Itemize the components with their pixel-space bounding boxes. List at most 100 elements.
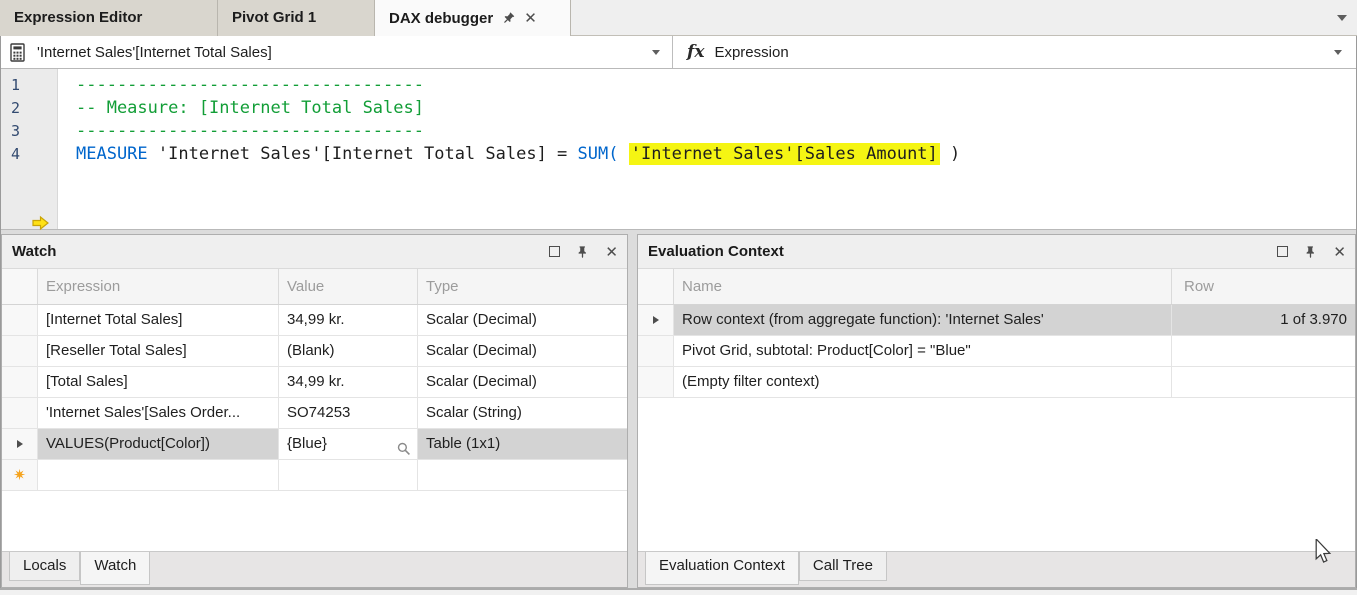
row-header[interactable] <box>2 305 38 335</box>
cell-type[interactable]: Scalar (String) <box>418 398 627 428</box>
document-tab-strip: Expression Editor Pivot Grid 1 DAX debug… <box>0 0 1357 36</box>
cell-type[interactable]: Table (1x1) <box>418 429 627 459</box>
column-header-type[interactable]: Type <box>418 269 627 304</box>
eval-row: Pivot Grid, subtotal: Product[Color] = "… <box>638 336 1355 367</box>
row-header-column <box>2 269 38 304</box>
row-header[interactable] <box>2 398 38 428</box>
eval-panel-tabstrip: Evaluation Context Call Tree <box>638 551 1355 587</box>
cell-type[interactable] <box>418 460 627 490</box>
code-text: 'Internet Sales'[Internet Total Sales] = <box>148 144 578 164</box>
close-icon[interactable]: ✕ <box>1333 243 1346 261</box>
dax-debugger-window: Expression Editor Pivot Grid 1 DAX debug… <box>0 0 1357 595</box>
column-header-name[interactable]: Name <box>674 269 1172 304</box>
eval-row-selected: Row context (from aggregate function): '… <box>638 305 1355 336</box>
cell-name[interactable]: Row context (from aggregate function): '… <box>674 305 1172 335</box>
code-line-1: ---------------------------------- <box>76 74 1356 97</box>
cell-value[interactable]: 34,99 kr. <box>279 305 418 335</box>
watch-row: [Reseller Total Sales] (Blank) Scalar (D… <box>2 336 627 367</box>
column-header-value[interactable]: Value <box>279 269 418 304</box>
watch-row: 'Internet Sales'[Sales Order... SO74253 … <box>2 398 627 429</box>
watch-row: [Internet Total Sales] 34,99 kr. Scalar … <box>2 305 627 336</box>
measure-selector-dropdown[interactable]: 'Internet Sales'[Internet Total Sales] <box>1 36 673 68</box>
row-header[interactable] <box>638 336 674 366</box>
tab-dax-debugger[interactable]: DAX debugger ✕ <box>375 0 571 36</box>
tab-call-tree[interactable]: Call Tree <box>799 552 887 581</box>
pin-icon[interactable] <box>499 9 517 27</box>
measure-selector-value: 'Internet Sales'[Internet Total Sales] <box>37 44 272 61</box>
code-line-3: ---------------------------------- <box>76 120 1356 143</box>
cell-type[interactable]: Scalar (Decimal) <box>418 336 627 366</box>
row-header[interactable] <box>2 429 38 459</box>
watch-panel-titlebar[interactable]: Watch ✕ <box>2 235 627 268</box>
cell-value[interactable] <box>279 460 418 490</box>
row-header[interactable] <box>2 336 38 366</box>
cell-value[interactable]: SO74253 <box>279 398 418 428</box>
cell-name[interactable]: Pivot Grid, subtotal: Product[Color] = "… <box>674 336 1172 366</box>
code-line-2: -- Measure: [Internet Total Sales] <box>76 97 1356 120</box>
column-header-row[interactable]: Row <box>1172 269 1355 304</box>
watch-row-selected: VALUES(Product[Color]) {Blue} Table (1x1… <box>2 429 627 460</box>
expression-selector-dropdown[interactable]: fx Expression <box>673 36 1356 68</box>
highlighted-expression: 'Internet Sales'[Sales Amount] <box>629 143 940 165</box>
tab-expression-editor[interactable]: Expression Editor <box>0 0 218 36</box>
row-header[interactable] <box>2 367 38 397</box>
panel-title: Evaluation Context <box>648 243 784 260</box>
maximize-icon[interactable] <box>549 246 560 257</box>
row-header[interactable] <box>638 367 674 397</box>
tab-evaluation-context[interactable]: Evaluation Context <box>645 552 799 585</box>
tab-strip-spacer <box>571 0 1357 35</box>
keyword-measure: MEASURE <box>76 144 148 164</box>
code-line-4: MEASURE 'Internet Sales'[Internet Total … <box>76 143 1356 166</box>
magnifier-icon[interactable] <box>397 437 411 459</box>
code-text: ) <box>940 144 960 164</box>
cell-expression[interactable]: [Internet Total Sales] <box>38 305 279 335</box>
eval-panel-titlebar[interactable]: Evaluation Context ✕ <box>638 235 1355 268</box>
pin-icon[interactable] <box>1304 245 1317 259</box>
cell-expression[interactable]: 'Internet Sales'[Sales Order... <box>38 398 279 428</box>
evaluation-context-panel: Evaluation Context ✕ Name Row Row contex… <box>637 234 1356 588</box>
code-area[interactable]: ---------------------------------- -- Me… <box>58 69 1356 229</box>
cell-type[interactable]: Scalar (Decimal) <box>418 305 627 335</box>
cell-expression[interactable]: VALUES(Product[Color]) <box>38 429 279 459</box>
watch-panel-tabstrip: Locals Watch <box>2 551 627 587</box>
eval-grid-header: Name Row <box>638 268 1355 305</box>
expression-selector-value: Expression <box>714 44 788 61</box>
cell-row[interactable] <box>1172 367 1355 397</box>
chevron-down-icon[interactable] <box>1334 50 1342 55</box>
panel-title: Watch <box>12 243 56 260</box>
cell-row[interactable]: 1 of 3.970 <box>1172 305 1355 335</box>
pin-icon[interactable] <box>576 245 589 259</box>
cell-value-editing[interactable]: {Blue} <box>279 429 418 459</box>
calculator-icon <box>10 43 25 62</box>
column-header-expression[interactable]: Expression <box>38 269 279 304</box>
row-header[interactable]: ✷ <box>2 460 38 490</box>
cell-name[interactable]: (Empty filter context) <box>674 367 1172 397</box>
keyword-sum: SUM( <box>578 144 619 164</box>
cell-value[interactable]: 34,99 kr. <box>279 367 418 397</box>
maximize-icon[interactable] <box>1277 246 1288 257</box>
row-header[interactable] <box>638 305 674 335</box>
tab-pivot-grid-1[interactable]: Pivot Grid 1 <box>218 0 375 36</box>
line-number: 2 <box>1 97 57 120</box>
cell-row[interactable] <box>1172 336 1355 366</box>
editor-gutter[interactable]: 1 2 3 4 <box>1 69 58 229</box>
cell-type[interactable]: Scalar (Decimal) <box>418 367 627 397</box>
tab-watch[interactable]: Watch <box>80 552 150 585</box>
cell-expression[interactable] <box>38 460 279 490</box>
cell-value[interactable]: (Blank) <box>279 336 418 366</box>
cell-expression[interactable]: [Total Sales] <box>38 367 279 397</box>
triangle-right-icon <box>17 440 23 448</box>
line-number: 3 <box>1 120 57 143</box>
star-icon: ✷ <box>13 468 26 483</box>
eval-row: (Empty filter context) <box>638 367 1355 398</box>
chevron-down-icon[interactable] <box>652 50 660 55</box>
tab-list-dropdown-icon[interactable] <box>1337 15 1347 21</box>
close-icon[interactable]: ✕ <box>524 9 537 27</box>
dax-code-editor[interactable]: 1 2 3 4 --------------------------------… <box>1 69 1356 230</box>
tab-label: DAX debugger <box>389 10 493 27</box>
tab-locals[interactable]: Locals <box>9 552 80 581</box>
cell-expression[interactable]: [Reseller Total Sales] <box>38 336 279 366</box>
cell-value-text: {Blue} <box>287 435 327 452</box>
close-icon[interactable]: ✕ <box>605 243 618 261</box>
code-text <box>618 144 628 164</box>
